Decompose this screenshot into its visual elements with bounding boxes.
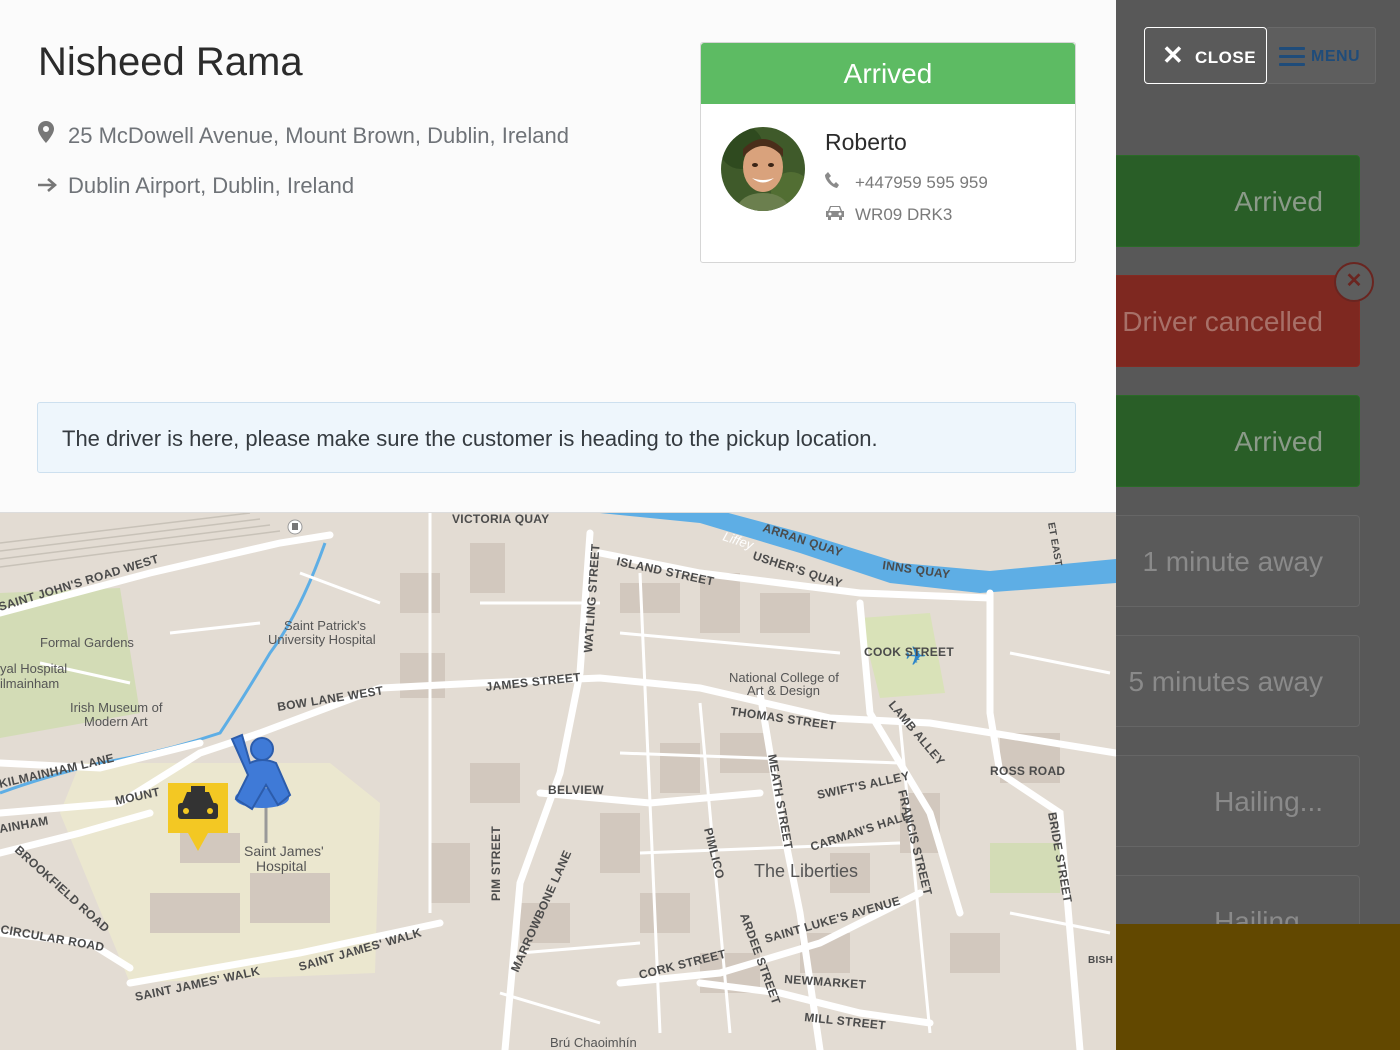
close-icon: ✕ <box>1162 40 1184 70</box>
job-card-1-minute-away[interactable]: 1 minute away <box>1116 515 1360 607</box>
phone-icon <box>825 172 855 193</box>
train-station-icon <box>287 519 303 535</box>
map-label: The Liberties <box>754 861 858 881</box>
map-label: PIM STREET <box>489 826 503 901</box>
map-label: MEATH STREET <box>765 753 796 850</box>
map-label: ET EAST <box>1045 522 1064 568</box>
map-label: COOK STREET <box>864 645 954 659</box>
map-label: CARMAN'S HALL <box>809 809 912 854</box>
job-card-hailing[interactable]: Hailing... <box>1116 755 1360 847</box>
car-icon <box>825 205 855 225</box>
driver-phone[interactable]: +447959 595 959 <box>825 172 988 193</box>
job-card-5-minutes-away[interactable]: 5 minutes away <box>1116 635 1360 727</box>
hamburger-icon <box>1279 47 1305 66</box>
map-label: NEWMARKET <box>784 972 867 992</box>
close-circle-icon[interactable]: ✕ <box>1334 262 1374 302</box>
driver-plate: WR09 DRK3 <box>825 205 952 225</box>
map-label: CIRCULAR ROAD <box>0 922 106 954</box>
map-label: Modern Art <box>84 714 148 729</box>
driver-phone-text: +447959 595 959 <box>855 173 988 192</box>
map-label: AINHAM <box>0 814 50 836</box>
job-list-panel: MENU Arrived Driver cancelled ✕ Arrived … <box>1116 0 1400 1050</box>
customer-name: Nisheed Rama <box>38 40 303 84</box>
map-label: ROSS ROAD <box>990 764 1065 778</box>
status-badge: Arrived <box>701 43 1075 104</box>
job-card-arrived[interactable]: Arrived <box>1116 155 1360 247</box>
map-label: Hospital <box>256 858 307 874</box>
driver-avatar <box>721 127 805 211</box>
job-detail-panel: Nisheed Rama 25 McDowell Avenue, Mount B… <box>0 0 1116 513</box>
map-label: Saint Patrick's <box>284 618 366 633</box>
map-label: BELVIEW <box>548 783 604 797</box>
map-label: ilmainham <box>0 676 59 691</box>
map-label: BISH <box>1088 955 1113 966</box>
map-label: VICTORIA QUAY <box>452 513 549 526</box>
driver-name: Roberto <box>825 129 907 155</box>
map-pin-icon <box>38 121 68 149</box>
dropoff-text: Dublin Airport, Dublin, Ireland <box>68 173 355 198</box>
map-label: Irish Museum of <box>70 700 163 715</box>
pickup-text: 25 McDowell Avenue, Mount Brown, Dublin,… <box>68 123 569 148</box>
map-view[interactable]: ✈ VICTORIA QUAY SAINT JOHN'S ROAD WEST B… <box>0 513 1116 1050</box>
job-card-driver-cancelled[interactable]: Driver cancelled <box>1116 275 1360 367</box>
menu-button[interactable]: MENU <box>1266 27 1376 84</box>
driver-plate-text: WR09 DRK3 <box>855 205 953 224</box>
arrow-right-icon <box>38 173 68 199</box>
status-notice: The driver is here, please make sure the… <box>37 402 1076 473</box>
bottom-action-bar <box>1116 924 1400 1050</box>
map-label: Saint James' <box>244 843 324 859</box>
map-label: Brú Chaoimhín <box>550 1035 637 1050</box>
map-label: University Hospital <box>268 632 376 647</box>
job-card-arrived[interactable]: Arrived <box>1116 395 1360 487</box>
map-label: JAMES STREET <box>485 670 582 694</box>
pickup-address: 25 McDowell Avenue, Mount Brown, Dublin,… <box>38 121 569 149</box>
map-label: Art & Design <box>747 683 820 698</box>
menu-label: MENU <box>1311 48 1361 65</box>
dropoff-address: Dublin Airport, Dublin, Ireland <box>38 173 354 199</box>
map-label: Formal Gardens <box>40 635 134 650</box>
map-label: yal Hospital <box>0 661 67 676</box>
park-area <box>990 843 1060 893</box>
close-label: CLOSE <box>1195 48 1257 67</box>
map-label: PIMLICO <box>701 826 727 880</box>
driver-card: Arrived Roberto +447959 595 959 WR09 DRK… <box>700 42 1076 263</box>
map-label: WATLING STREET <box>581 543 603 653</box>
close-button[interactable]: ✕ CLOSE <box>1144 27 1267 84</box>
